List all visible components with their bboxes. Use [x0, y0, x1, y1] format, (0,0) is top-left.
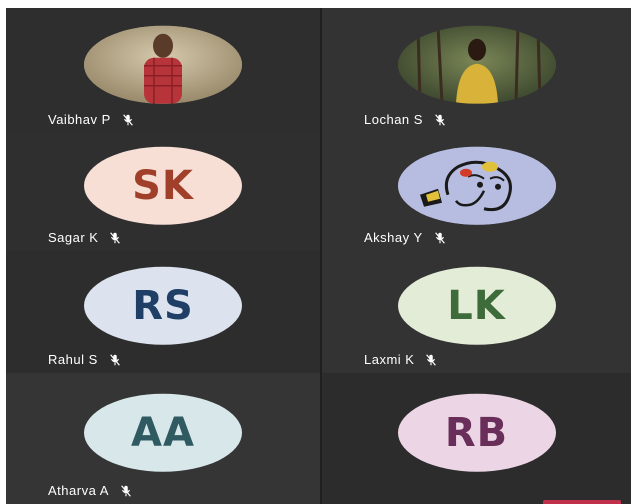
participant-name: Vaibhav P: [48, 112, 111, 127]
participant-tile-rb[interactable]: RB: [322, 373, 631, 504]
participant-status-bar: [543, 500, 621, 504]
participant-label: Rahul S: [48, 352, 122, 367]
participant-name: Rahul S: [48, 352, 98, 367]
participant-tile-vaibhav[interactable]: Vaibhav P: [6, 8, 322, 133]
avatar-initials: SK: [132, 162, 194, 209]
avatar-initials: AA: [131, 409, 195, 456]
avatar-initials: RS: [132, 282, 194, 329]
participant-label: Vaibhav P: [48, 112, 135, 127]
participant-tile-rahul[interactable]: RS Rahul S: [6, 251, 322, 373]
mic-off-icon: [434, 231, 445, 244]
participant-label: Lochan S: [364, 112, 447, 127]
participant-label: Atharva A: [48, 483, 133, 498]
participant-avatar-photo: [397, 25, 556, 104]
mic-off-icon: [109, 353, 120, 366]
participant-avatar-initials: RS: [84, 266, 242, 345]
mic-off-icon: [110, 231, 121, 244]
participant-avatar-initials: SK: [84, 146, 242, 225]
participant-grid: Vaibhav P Lochan S SK Sagar K Akshay Y R…: [6, 8, 631, 504]
participant-avatar-initials: LK: [397, 266, 556, 345]
participant-tile-lochan[interactable]: Lochan S: [322, 8, 631, 133]
participant-label: Sagar K: [48, 230, 122, 245]
participant-tile-akshay[interactable]: Akshay Y: [322, 133, 631, 251]
participant-tile-atharva[interactable]: AA Atharva A: [6, 373, 322, 504]
mic-off-icon: [435, 113, 445, 126]
person-photo-icon: [397, 25, 556, 104]
participant-avatar-drawing: [397, 146, 556, 225]
person-photo-icon: [84, 25, 242, 104]
participant-name: Lochan S: [364, 112, 423, 127]
participant-label: Akshay Y: [364, 230, 447, 245]
participant-tile-sagar[interactable]: SK Sagar K: [6, 133, 322, 251]
avatar-initials: RB: [444, 409, 509, 456]
mic-off-icon: [122, 113, 133, 126]
participant-name: Sagar K: [48, 230, 99, 245]
ganesha-drawing-icon: [397, 146, 556, 225]
participant-name: Atharva A: [48, 483, 109, 498]
participant-name: Laxmi K: [364, 352, 415, 367]
participant-avatar-photo: [84, 25, 242, 104]
avatar-initials: LK: [447, 282, 506, 329]
meeting-grid-frame: Vaibhav P Lochan S SK Sagar K Akshay Y R…: [6, 8, 631, 504]
participant-tile-laxmi[interactable]: LK Laxmi K: [322, 251, 631, 373]
participant-avatar-initials: AA: [84, 393, 242, 472]
participant-avatar-initials: RB: [397, 393, 556, 472]
mic-off-icon: [121, 484, 131, 497]
mic-off-icon: [426, 353, 437, 366]
participant-label: Laxmi K: [364, 352, 438, 367]
participant-name: Akshay Y: [364, 230, 423, 245]
